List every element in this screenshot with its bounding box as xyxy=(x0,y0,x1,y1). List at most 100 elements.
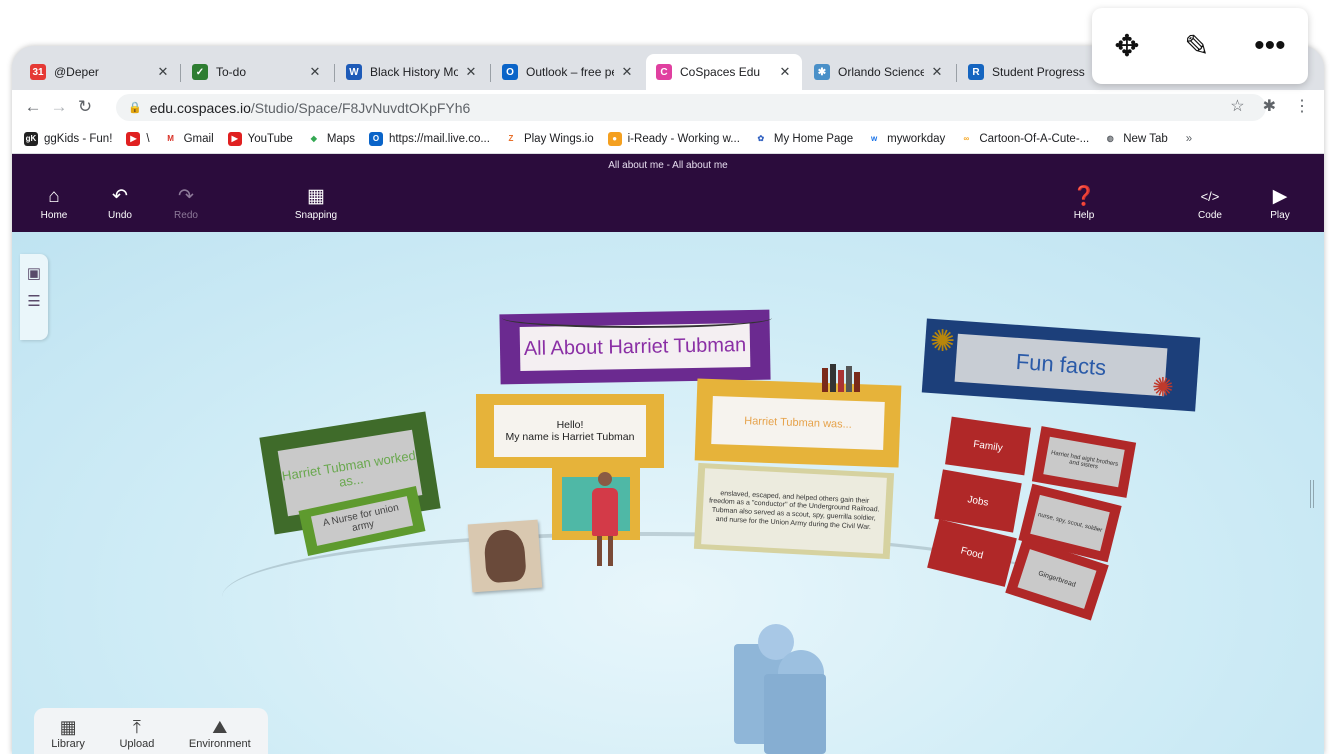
tab-todo[interactable]: ✓ To-do ✕ xyxy=(182,54,332,90)
undo-button[interactable]: ↶ Undo xyxy=(90,186,150,221)
gallery-icon[interactable]: ▣ xyxy=(20,264,48,282)
bookmark-item[interactable]: ✿ My Home Page xyxy=(753,131,853,146)
cospaces-icon: C xyxy=(656,64,672,80)
maps-pin-icon: ◆ xyxy=(306,131,321,146)
was-board[interactable]: Harriet Tubman was... xyxy=(694,378,902,468)
gmail-icon: M xyxy=(163,131,178,146)
globe-icon: ◍ xyxy=(1103,131,1118,146)
grid-icon: ▦ xyxy=(307,186,325,207)
workday-icon: w xyxy=(867,131,882,146)
more-bookmarks-icon[interactable]: » xyxy=(1186,133,1192,145)
star-icon[interactable]: ☆ xyxy=(1230,96,1244,116)
tab-title: Black History Mo xyxy=(370,65,458,79)
tab-cospaces[interactable]: C CoSpaces Edu ✕ xyxy=(646,54,802,90)
close-icon[interactable]: ✕ xyxy=(156,64,170,80)
harriet-character[interactable] xyxy=(590,472,620,578)
help-button[interactable]: ❓ Help xyxy=(1054,186,1114,221)
close-icon[interactable]: ✕ xyxy=(464,64,478,80)
forward-icon[interactable]: → xyxy=(46,97,72,117)
bookmark-item[interactable]: ▶ \ xyxy=(126,131,150,146)
bookmark-item[interactable]: ◆ Maps xyxy=(306,131,355,146)
redo-button[interactable]: ↷ Redo xyxy=(156,186,216,221)
tab-title: Orlando Science xyxy=(838,65,924,79)
bookmark-item[interactable]: gK ggKids - Fun! xyxy=(24,131,112,146)
move-icon[interactable]: ✥ xyxy=(1114,29,1139,64)
url-host: edu.cospaces.io xyxy=(149,99,251,116)
blue-block-object[interactable] xyxy=(728,624,826,754)
ggkids-icon: gK xyxy=(24,131,38,146)
play-button[interactable]: ▶ Play xyxy=(1250,186,1310,221)
extensions-icon[interactable]: ✱ xyxy=(1263,96,1276,116)
reload-icon[interactable]: ↻ xyxy=(72,97,98,117)
bottom-dock: ▦ Library ⤒ Upload ⛰ Environment xyxy=(34,708,268,754)
tab-title: CoSpaces Edu xyxy=(680,65,761,79)
tab-outlook[interactable]: O Outlook – free pe ✕ xyxy=(492,54,644,90)
home-page-icon: ✿ xyxy=(753,131,768,146)
tab-title: To-do xyxy=(216,65,247,79)
was-text-board[interactable]: enslaved, escaped, and helped others gai… xyxy=(693,462,895,560)
todo-icon: ✓ xyxy=(192,64,208,80)
bookmark-item[interactable]: M Gmail xyxy=(163,131,214,146)
bookmark-item[interactable]: Ohttps://mail.live.co... xyxy=(368,131,490,146)
help-icon: ❓ xyxy=(1072,186,1096,207)
bookmark-item[interactable]: Z Play Wings.io xyxy=(503,131,594,146)
tab-deper[interactable]: 31 @Deper ✕ xyxy=(20,54,180,90)
youtube-icon: ▶ xyxy=(227,131,242,146)
home-button[interactable]: ⌂ Home xyxy=(24,186,84,221)
undo-icon: ↶ xyxy=(112,186,128,207)
list-icon[interactable]: ☰ xyxy=(20,292,48,310)
title-board-text: All About Harriet Tubman xyxy=(519,322,751,372)
bookmark-item[interactable]: ● i-Ready - Working w... xyxy=(607,131,740,146)
bookmark-item[interactable]: ∞ Cartoon-Of-A-Cute-... xyxy=(959,131,1089,146)
cospaces-app-bar: All about me - All about me ⌂ Home ↶ Undo … xyxy=(12,154,1324,232)
more-options-icon[interactable]: ••• xyxy=(1254,29,1286,63)
wings-icon: Z xyxy=(503,131,518,146)
bookmark-item[interactable]: ◍ New Tab xyxy=(1103,131,1168,146)
browser-window: 31 @Deper ✕ ✓ To-do ✕ W Black History Mo… xyxy=(12,46,1324,754)
pencil-icon[interactable]: ✎ xyxy=(1184,29,1209,64)
address-toolbar: ← → ↻ 🔒 edu.cospaces.io/Studio/Space/F8J… xyxy=(12,90,1324,124)
science-icon: ✱ xyxy=(814,64,830,80)
harriet-photo[interactable] xyxy=(467,519,543,593)
bookmark-item[interactable]: w myworkday xyxy=(867,131,945,146)
tab-black-history[interactable]: W Black History Mo ✕ xyxy=(336,54,488,90)
menu-icon[interactable]: ⋮ xyxy=(1294,96,1310,116)
tab-title: Student Progress xyxy=(992,65,1085,79)
close-icon[interactable]: ✕ xyxy=(620,64,634,80)
tab-student-progress[interactable]: R Student Progress xyxy=(958,54,1108,90)
fact-family-card[interactable]: Family xyxy=(945,416,1031,476)
character-legs xyxy=(597,536,613,566)
panel-resize-handle[interactable] xyxy=(1310,480,1314,508)
url-bar[interactable]: 🔒 edu.cospaces.io/Studio/Space/F8JvNuvdt… xyxy=(116,94,1266,121)
calendar-icon: 31 xyxy=(30,64,46,80)
code-icon: </> xyxy=(1200,189,1220,204)
close-icon[interactable]: ✕ xyxy=(930,64,944,80)
youtube-icon: ▶ xyxy=(126,131,141,146)
code-button[interactable]: </> Code xyxy=(1180,186,1240,221)
hello-board[interactable]: Hello! My name is Harriet Tubman xyxy=(476,394,664,468)
tab-orlando-science[interactable]: ✱ Orlando Science ✕ xyxy=(804,54,954,90)
back-icon[interactable]: ← xyxy=(20,97,46,117)
renaissance-icon: R xyxy=(968,64,984,80)
character-dress xyxy=(592,488,618,536)
upload-button[interactable]: ⤒ Upload xyxy=(119,717,154,750)
bookmark-item[interactable]: ▶ YouTube xyxy=(227,131,293,146)
fun-facts-title: Fun facts xyxy=(954,333,1168,397)
tab-title: @Deper xyxy=(54,65,99,79)
environment-button[interactable]: ⛰ Environment xyxy=(189,717,251,750)
close-icon[interactable]: ✕ xyxy=(778,64,792,80)
portrait-icon xyxy=(483,528,527,584)
word-icon: W xyxy=(346,64,362,80)
books-icon xyxy=(822,362,866,392)
upload-icon: ⤒ xyxy=(132,716,141,737)
was-board-text: Harriet Tubman was... xyxy=(711,396,885,450)
close-icon[interactable]: ✕ xyxy=(308,64,322,80)
library-button[interactable]: ▦ Library xyxy=(51,717,85,750)
play-icon: ▶ xyxy=(1272,186,1288,207)
snapping-button[interactable]: ▦ Snapping xyxy=(286,186,346,221)
floating-toolbar: ✥ ✎ ••• xyxy=(1092,8,1308,84)
character-head xyxy=(598,472,612,486)
scene-viewport[interactable]: ▣ ☰ All About Harriet Tubman Hello! My n… xyxy=(12,232,1324,754)
home-icon: ⌂ xyxy=(48,186,60,207)
snowflake-icon: ✺ xyxy=(930,325,956,358)
